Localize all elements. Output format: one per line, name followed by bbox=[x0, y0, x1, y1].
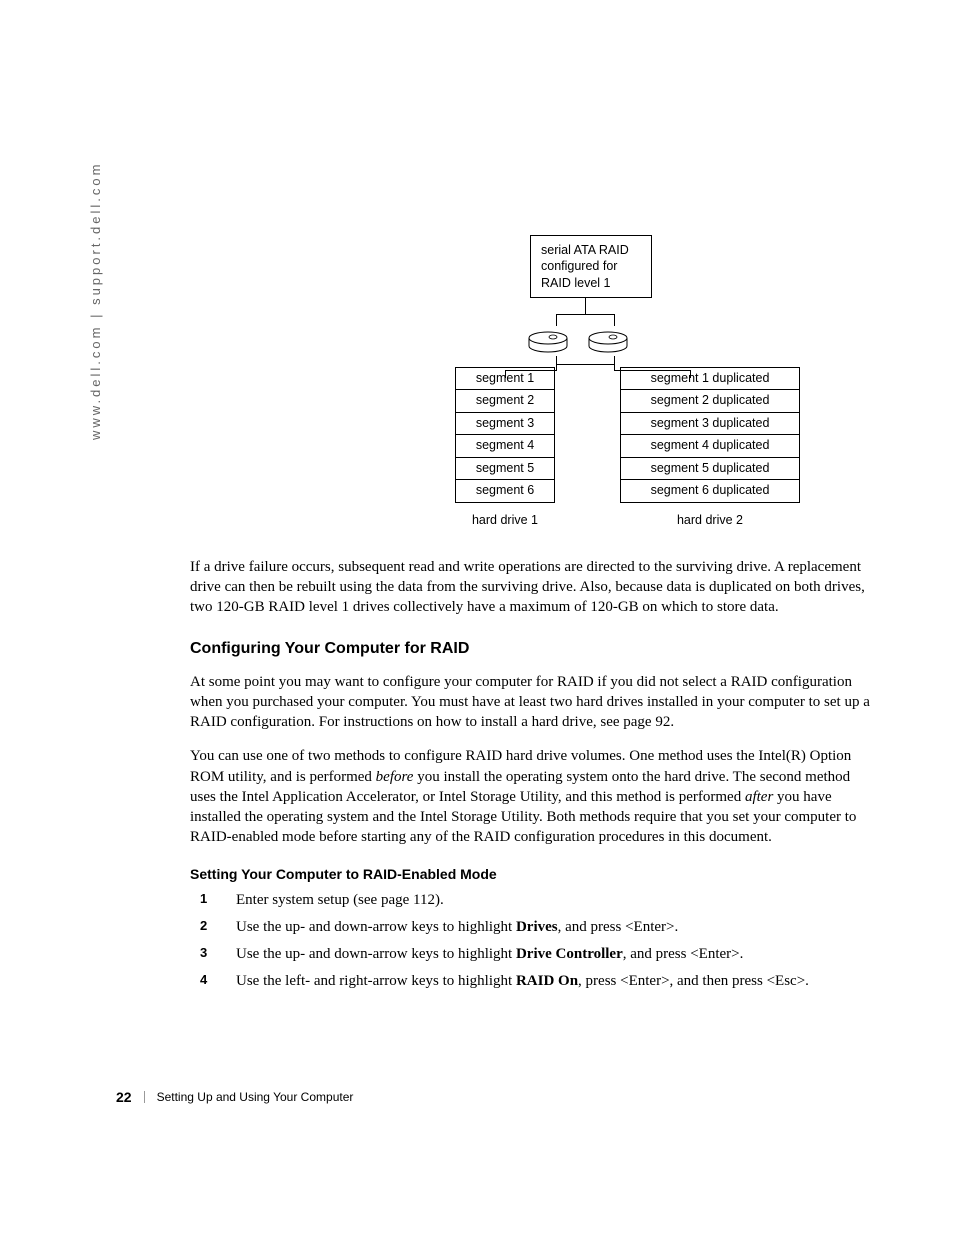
step-text: Enter system setup (see page 112). bbox=[236, 892, 444, 908]
step-item: Use the up- and down-arrow keys to highl… bbox=[218, 944, 870, 965]
segment-cell: segment 6 duplicated bbox=[620, 479, 800, 503]
drive-icons-row bbox=[518, 330, 638, 356]
hard-drive-2-label: hard drive 2 bbox=[620, 513, 800, 527]
segment-column-right: segment 1 duplicated segment 2 duplicate… bbox=[620, 368, 800, 503]
section-heading: Configuring Your Computer for RAID bbox=[190, 640, 870, 658]
page-number: 22 bbox=[116, 1089, 132, 1105]
sidebar-url: www.dell.com | support.dell.com bbox=[88, 162, 103, 440]
step-item: Enter system setup (see page 112). bbox=[218, 890, 870, 911]
emphasis: after bbox=[745, 789, 773, 805]
step-bold: Drives bbox=[516, 919, 558, 935]
segment-cell: segment 5 bbox=[455, 457, 555, 481]
page-footer: 22 Setting Up and Using Your Computer bbox=[116, 1089, 353, 1105]
step-text: Use the left- and right-arrow keys to hi… bbox=[236, 973, 516, 989]
step-text: Use the up- and down-arrow keys to highl… bbox=[236, 946, 516, 962]
paragraph: If a drive failure occurs, subsequent re… bbox=[190, 557, 870, 618]
segment-cell: segment 5 duplicated bbox=[620, 457, 800, 481]
page-content: serial ATA RAID configured for RAID leve… bbox=[190, 235, 870, 998]
emphasis: before bbox=[376, 769, 414, 785]
step-text: , and press <Enter>. bbox=[558, 919, 679, 935]
segment-cell: segment 2 duplicated bbox=[620, 389, 800, 413]
hard-drive-1-label: hard drive 1 bbox=[455, 513, 555, 527]
top-label-line2: configured for bbox=[541, 259, 617, 273]
hard-drive-icon bbox=[527, 330, 569, 356]
segment-cell: segment 3 bbox=[455, 412, 555, 436]
step-bold: Drive Controller bbox=[516, 946, 623, 962]
step-item: Use the up- and down-arrow keys to highl… bbox=[218, 917, 870, 938]
segment-cell: segment 4 duplicated bbox=[620, 434, 800, 458]
steps-list: Enter system setup (see page 112). Use t… bbox=[218, 890, 870, 992]
paragraph: At some point you may want to configure … bbox=[190, 672, 870, 733]
segment-column-left: segment 1 segment 2 segment 3 segment 4 … bbox=[455, 368, 555, 503]
paragraph: You can use one of two methods to config… bbox=[190, 746, 870, 847]
segment-cell: segment 6 bbox=[455, 479, 555, 503]
segment-cell: segment 4 bbox=[455, 434, 555, 458]
hard-drive-icon bbox=[587, 330, 629, 356]
subsection-heading: Setting Your Computer to RAID-Enabled Mo… bbox=[190, 866, 870, 882]
step-text: , press <Enter>, and then press <Esc>. bbox=[578, 973, 809, 989]
segment-cell: segment 3 duplicated bbox=[620, 412, 800, 436]
top-label-line3: RAID level 1 bbox=[541, 276, 610, 290]
step-text: , and press <Enter>. bbox=[623, 946, 744, 962]
footer-divider bbox=[144, 1091, 145, 1103]
step-item: Use the left- and right-arrow keys to hi… bbox=[218, 971, 870, 992]
step-bold: RAID On bbox=[516, 973, 578, 989]
raid-diagram: serial ATA RAID configured for RAID leve… bbox=[300, 235, 760, 527]
step-text: Use the up- and down-arrow keys to highl… bbox=[236, 919, 516, 935]
segment-cell: segment 2 bbox=[455, 389, 555, 413]
top-label-line1: serial ATA RAID bbox=[541, 243, 629, 257]
footer-section-title: Setting Up and Using Your Computer bbox=[157, 1090, 354, 1104]
diagram-top-label: serial ATA RAID configured for RAID leve… bbox=[530, 235, 652, 298]
